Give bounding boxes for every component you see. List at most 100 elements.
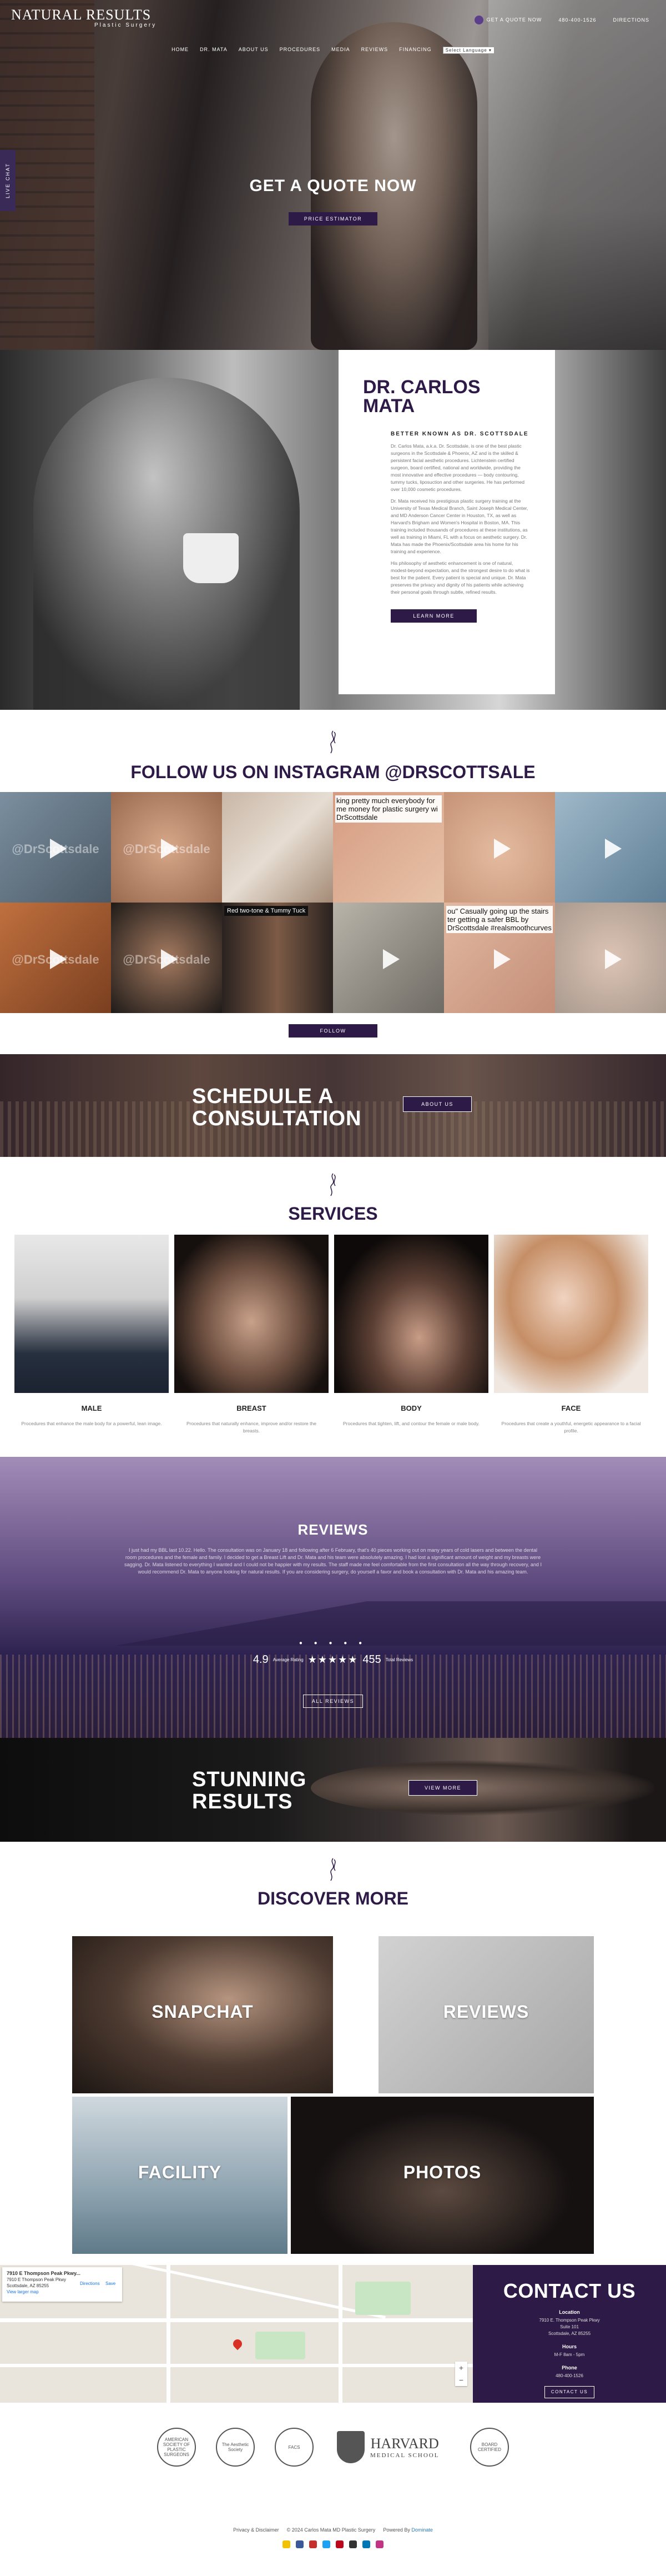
map-zoom-control[interactable]: + − bbox=[455, 2362, 467, 2386]
harvard-shield-icon bbox=[337, 2431, 365, 2463]
reviews-section: REVIEWS I just had my BBL last 10.22. He… bbox=[0, 1457, 666, 1738]
copyright: © 2024 Carlos Mata MD Plastic Surgery bbox=[286, 2527, 376, 2533]
rating-summary: 4.9 Average Rating ★★★★★ 455 Total Revie… bbox=[253, 1653, 413, 1666]
footer: Privacy & Disclaimer © 2024 Carlos Mata … bbox=[0, 2527, 666, 2576]
map-pin-icon[interactable] bbox=[231, 2337, 244, 2351]
contact-phone[interactable]: 480-400-1526 bbox=[473, 2373, 666, 2379]
site-logo[interactable]: NATURAL RESULTS Plastic Surgery bbox=[11, 7, 157, 28]
instagram-post[interactable] bbox=[555, 792, 666, 903]
privacy-link[interactable]: Privacy & Disclaimer bbox=[233, 2527, 279, 2533]
results-title: STUNNING RESULTS bbox=[192, 1768, 307, 1813]
service-breast[interactable]: BREAST Procedures that naturally enhance… bbox=[174, 1235, 329, 1435]
service-face[interactable]: FACE Procedures that create a youthful, … bbox=[494, 1235, 648, 1435]
all-reviews-button[interactable]: ALL REVIEWS bbox=[303, 1695, 363, 1708]
tiktok-icon[interactable] bbox=[349, 2540, 357, 2548]
contact-us-button[interactable]: CONTACT US bbox=[544, 2386, 594, 2398]
star-icon: ★★★★★ bbox=[307, 1654, 359, 1665]
google-map[interactable]: 7910 E Thompson Peak Pkwy... 7910 E Thom… bbox=[0, 2265, 473, 2403]
play-icon bbox=[161, 949, 178, 969]
tile-reviews[interactable]: REVIEWS bbox=[379, 1936, 594, 2093]
service-body-image bbox=[334, 1235, 488, 1393]
service-male[interactable]: MALE Procedures that enhance the male bo… bbox=[14, 1235, 169, 1427]
doctor-card: DR. CARLOS MATA BETTER KNOWN AS DR. SCOTT… bbox=[339, 350, 555, 694]
follow-button[interactable]: FOLLOW bbox=[289, 1024, 377, 1038]
doctor-bio-1: Dr. Carlos Mata, a.k.a. Dr. Scottsdale, … bbox=[391, 443, 524, 492]
nav-about-us[interactable]: ABOUT US bbox=[239, 47, 269, 54]
instagram-post[interactable]: @DrScottsdale bbox=[0, 903, 111, 1013]
contact-title: CONTACT US bbox=[503, 2279, 636, 2302]
contact-address: 7910 E. Thompson Peak Pkwy Suite 101 Sco… bbox=[539, 2318, 600, 2336]
main-nav: HOME DR. MATA ABOUT US PROCEDURES MEDIA … bbox=[0, 47, 666, 54]
service-face-image bbox=[494, 1235, 648, 1393]
quote-link[interactable]: GET A QUOTE NOW bbox=[474, 16, 542, 24]
instagram-icon[interactable] bbox=[376, 2540, 384, 2548]
twitter-icon[interactable] bbox=[322, 2540, 330, 2548]
learn-more-button[interactable]: LEARN MORE bbox=[391, 609, 477, 623]
hero-title: GET A QUOTE NOW bbox=[249, 177, 417, 195]
doctor-subtitle: BETTER KNOWN AS DR. SCOTTSDALE bbox=[391, 431, 529, 437]
nav-home[interactable]: HOME bbox=[171, 47, 189, 54]
nav-procedures[interactable]: PROCEDURES bbox=[280, 47, 321, 54]
harvard-badge: HARVARD MEDICAL SCHOOL bbox=[334, 2428, 450, 2467]
carousel-dots[interactable]: ● ● ● ● ● bbox=[0, 1640, 666, 1646]
pinterest-icon[interactable] bbox=[336, 2540, 344, 2548]
doctor-bio-3: His philosophy of aesthetic enhancement … bbox=[391, 560, 530, 595]
schedule-title: SCHEDULE A CONSULTATION bbox=[192, 1085, 362, 1130]
play-icon bbox=[494, 838, 511, 859]
instagram-post[interactable]: @DrScottsdale bbox=[0, 792, 111, 903]
tile-photos[interactable]: PHOTOS bbox=[291, 2097, 594, 2254]
instagram-post[interactable]: Red two-tone & Tummy Tuck bbox=[222, 903, 333, 1013]
social-icons bbox=[0, 2540, 666, 2548]
instagram-post[interactable]: @DrScottsdale bbox=[111, 903, 222, 1013]
view-more-button[interactable]: VIEW MORE bbox=[408, 1780, 477, 1796]
camera-icon bbox=[474, 16, 483, 24]
play-icon bbox=[50, 949, 67, 969]
tile-facility[interactable]: FACILITY bbox=[72, 2097, 287, 2254]
nav-financing[interactable]: FINANCING bbox=[399, 47, 432, 54]
price-estimator-button[interactable]: PRICE ESTIMATOR bbox=[289, 212, 377, 225]
instagram-title: FOLLOW US ON INSTAGRAM @DRSCOTTSALE bbox=[130, 762, 536, 782]
agency-link[interactable]: Dominate bbox=[411, 2527, 433, 2533]
review-quote: I just had my BBL last 10.22. Hello. The… bbox=[124, 1547, 542, 1575]
play-icon bbox=[494, 949, 511, 969]
instagram-post[interactable]: king pretty much everybody for me money … bbox=[333, 792, 444, 903]
tile-snapchat[interactable]: SNAPCHAT bbox=[72, 1936, 333, 2093]
instagram-grid: @DrScottsdale @DrScottsdale king pretty … bbox=[0, 792, 666, 1013]
brand-figure-icon bbox=[330, 1858, 336, 1881]
instagram-post[interactable] bbox=[222, 792, 333, 903]
snapchat-icon[interactable] bbox=[282, 2540, 290, 2548]
view-larger-map-link[interactable]: View larger map bbox=[7, 2289, 39, 2294]
discover-section: DISCOVER MORE SNAPCHAT REVIEWS FACILITY … bbox=[0, 1842, 666, 2265]
services-title: SERVICES bbox=[288, 1204, 378, 1224]
instagram-post[interactable] bbox=[555, 903, 666, 1013]
facebook-icon[interactable] bbox=[296, 2540, 304, 2548]
nav-media[interactable]: MEDIA bbox=[331, 47, 350, 54]
header-phone-link[interactable]: 480-400-1526 bbox=[558, 17, 596, 23]
reviews-title: REVIEWS bbox=[297, 1521, 369, 1538]
map-save-link[interactable]: Save bbox=[105, 2281, 115, 2287]
doctor-name: DR. CARLOS MATA bbox=[363, 377, 481, 417]
instagram-post[interactable]: ou" Casually going up the stairs ter get… bbox=[444, 903, 555, 1013]
hero-section: NATURAL RESULTS Plastic Surgery GET A QUO… bbox=[0, 0, 666, 350]
play-icon bbox=[383, 949, 400, 969]
header-directions-link[interactable]: DIRECTIONS bbox=[613, 17, 649, 23]
brand-figure-icon bbox=[330, 730, 336, 754]
service-body[interactable]: BODY Procedures that tighten, lift, and … bbox=[334, 1235, 488, 1427]
aesthetic-society-badge: The Aesthetic Society bbox=[216, 2428, 255, 2467]
youtube-icon[interactable] bbox=[309, 2540, 317, 2548]
asps-badge: AMERICAN SOCIETY OF PLASTIC SURGEONS bbox=[157, 2428, 196, 2467]
discover-title: DISCOVER MORE bbox=[257, 1888, 409, 1908]
linkedin-icon[interactable] bbox=[362, 2540, 370, 2548]
play-icon bbox=[161, 838, 178, 859]
language-select[interactable]: Select Language ▾ bbox=[442, 47, 495, 54]
contact-section: 7910 E Thompson Peak Pkwy... 7910 E Thom… bbox=[0, 2265, 666, 2403]
doctor-section: DR. CARLOS MATA BETTER KNOWN AS DR. SCOTT… bbox=[0, 350, 666, 710]
nav-dr-mata[interactable]: DR. MATA bbox=[200, 47, 228, 54]
brand-figure-icon bbox=[330, 1173, 336, 1196]
instagram-post[interactable] bbox=[333, 903, 444, 1013]
about-us-button[interactable]: ABOUT US bbox=[403, 1096, 472, 1112]
instagram-post[interactable] bbox=[444, 792, 555, 903]
instagram-post[interactable]: @DrScottsdale bbox=[111, 792, 222, 903]
map-directions-link[interactable]: Directions bbox=[80, 2281, 100, 2287]
nav-reviews[interactable]: REVIEWS bbox=[361, 47, 389, 54]
